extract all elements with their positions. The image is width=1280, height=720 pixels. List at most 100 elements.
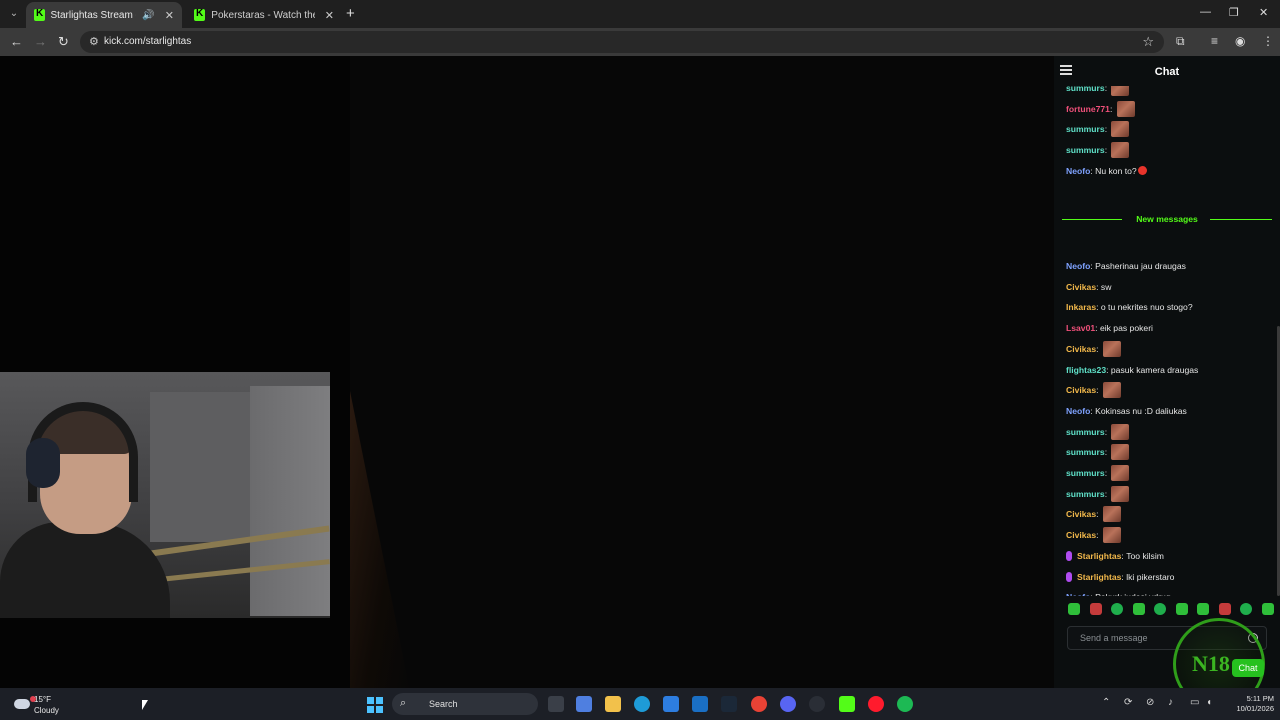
emote-icon[interactable] xyxy=(1197,603,1210,615)
tab-starlightas[interactable]: Starlightas Stream - Watch 🔊 ✕ xyxy=(26,2,182,28)
close-tab-icon[interactable]: ✕ xyxy=(165,9,174,22)
tab-search-chevron-icon[interactable]: ⌄ xyxy=(6,6,22,22)
obs-icon[interactable] xyxy=(809,696,825,712)
chat-text: o tu nekrites nuo stogo? xyxy=(1100,302,1193,313)
clock-time: 5:11 PM xyxy=(1246,694,1274,703)
tray-overflow-icon[interactable]: ⌃ xyxy=(1102,697,1110,708)
game-capture xyxy=(350,56,1054,688)
opera-icon[interactable] xyxy=(868,696,884,712)
volume-icon[interactable]: ◖ xyxy=(1206,697,1212,708)
discord-icon[interactable] xyxy=(780,696,796,712)
weather-widget[interactable]: 15°F Cloudy xyxy=(12,693,72,717)
forward-arrow-icon[interactable]: → xyxy=(34,34,47,49)
chat-username[interactable]: Civikas xyxy=(1066,530,1096,540)
store-icon[interactable] xyxy=(663,696,679,712)
emote-icon[interactable] xyxy=(1218,603,1231,615)
kick-favicon-icon xyxy=(194,8,206,21)
emote-icon[interactable] xyxy=(1154,603,1167,615)
browser-menu-icon[interactable]: ⋮ xyxy=(1262,34,1274,48)
chat-message: summurs: xyxy=(1066,484,1130,504)
chat-username[interactable]: Civikas xyxy=(1066,344,1096,354)
file-explorer-icon[interactable] xyxy=(605,696,621,712)
restore-icon[interactable]: ❐ xyxy=(1229,6,1239,19)
task-view-icon[interactable] xyxy=(548,696,564,712)
chat-username[interactable]: Civikas xyxy=(1066,509,1096,519)
chat-username[interactable]: summurs xyxy=(1066,447,1105,457)
chat-emote-icon xyxy=(1111,86,1130,96)
chat-message: Neofo: Kokinsas nu :D daliukas xyxy=(1066,401,1187,421)
new-tab-icon[interactable]: + xyxy=(346,5,355,22)
site-info-icon[interactable]: ⚙ xyxy=(89,35,99,48)
chat-username[interactable]: Starlightas xyxy=(1077,572,1121,582)
chat-message: summurs: xyxy=(1066,119,1130,139)
streamer-body xyxy=(0,522,170,618)
chat-text: sw xyxy=(1100,281,1112,292)
chat-username[interactable]: summurs xyxy=(1066,145,1105,155)
chat-username[interactable]: Neofo xyxy=(1066,406,1090,416)
emote-icon[interactable] xyxy=(1068,603,1080,615)
chat-emote-icon xyxy=(1111,465,1130,481)
url-text[interactable]: kick.com/starlightas xyxy=(104,36,191,47)
weather-desc: Cloudy xyxy=(34,706,59,715)
address-bar[interactable]: ⚙ kick.com/starlightas ☆ xyxy=(80,31,1164,53)
steam-icon[interactable] xyxy=(721,696,737,712)
chat-username[interactable]: Inkaras xyxy=(1066,302,1096,312)
emote-icon[interactable] xyxy=(1132,603,1145,615)
chat-username[interactable]: Neofo xyxy=(1066,166,1090,176)
chat-username[interactable]: Lsav01 xyxy=(1066,323,1095,333)
close-tab-icon[interactable]: ✕ xyxy=(325,9,334,22)
chat-username[interactable]: Civikas xyxy=(1066,282,1096,292)
windows-start-icon[interactable] xyxy=(367,697,383,713)
chat-colon: : xyxy=(1104,447,1110,458)
edge-icon[interactable] xyxy=(634,696,650,712)
copilot-icon[interactable] xyxy=(576,696,592,712)
media-control-icon[interactable]: ≡ xyxy=(1211,34,1218,48)
chat-username[interactable]: Civikas xyxy=(1066,385,1096,395)
profile-icon[interactable]: ◉ xyxy=(1235,34,1245,48)
chat-username[interactable]: summurs xyxy=(1066,427,1105,437)
bookmark-star-icon[interactable]: ☆ xyxy=(1142,34,1154,50)
speaker-icon[interactable]: 🔊 xyxy=(142,10,154,21)
chat-emote-icon xyxy=(1111,485,1130,502)
taskbar-search[interactable]: ⌕ Search xyxy=(392,693,538,715)
emote-icon[interactable] xyxy=(1175,603,1188,615)
chat-username[interactable]: fortune771 xyxy=(1066,104,1110,114)
emote-icon[interactable] xyxy=(1261,603,1274,615)
emote-icon[interactable] xyxy=(1111,603,1124,615)
tray-app-icon[interactable]: ⊘ xyxy=(1146,697,1154,708)
emote-icon[interactable] xyxy=(1089,603,1102,615)
video-player[interactable] xyxy=(0,56,1054,688)
chrome-icon[interactable] xyxy=(751,696,767,712)
tab-pokerstaras[interactable]: Pokerstaras - Watch the VOD o ✕ xyxy=(186,2,342,28)
chat-username[interactable]: flightas23 xyxy=(1066,365,1106,375)
chat-send-button[interactable]: Chat xyxy=(1232,659,1264,677)
chat-text: Pakurk judesi vdrug xyxy=(1095,592,1170,596)
close-window-icon[interactable]: ✕ xyxy=(1259,6,1268,19)
search-label: Search xyxy=(429,699,458,709)
chat-message-list[interactable]: New messages summurs: fortune771: summur… xyxy=(1054,86,1280,596)
chat-username[interactable]: Neofo xyxy=(1066,592,1090,596)
chat-message: Civikas: xyxy=(1066,380,1121,400)
network-icon[interactable]: ▭ xyxy=(1190,697,1199,708)
outlook-icon[interactable] xyxy=(692,696,708,712)
chat-title: Chat xyxy=(1154,66,1180,78)
emote-icon[interactable] xyxy=(1240,603,1253,615)
reload-icon[interactable]: ↻ xyxy=(58,34,69,50)
microphone-badge-icon xyxy=(1066,571,1072,582)
chat-username[interactable]: summurs xyxy=(1066,86,1105,93)
chat-username[interactable]: summurs xyxy=(1066,489,1105,499)
kick-app-icon[interactable] xyxy=(839,696,855,712)
chat-username[interactable]: summurs xyxy=(1066,124,1105,134)
chat-message: Civikas: xyxy=(1066,504,1121,524)
back-arrow-icon[interactable]: ← xyxy=(10,34,23,49)
minimize-icon[interactable]: — xyxy=(1200,6,1211,18)
chat-username[interactable]: summurs xyxy=(1066,468,1105,478)
chat-username[interactable]: Neofo xyxy=(1066,261,1090,271)
spotify-icon[interactable] xyxy=(897,696,913,712)
extensions-icon[interactable]: ⧉ xyxy=(1176,34,1185,49)
chat-username[interactable]: Starlightas xyxy=(1077,551,1121,561)
webcam-door xyxy=(250,386,330,616)
taskbar-clock[interactable]: 5:11 PM 10/01/2026 xyxy=(1224,694,1274,714)
tray-app-icon[interactable]: ⟳ xyxy=(1124,697,1132,708)
microphone-icon[interactable]: ♪ xyxy=(1168,697,1173,708)
